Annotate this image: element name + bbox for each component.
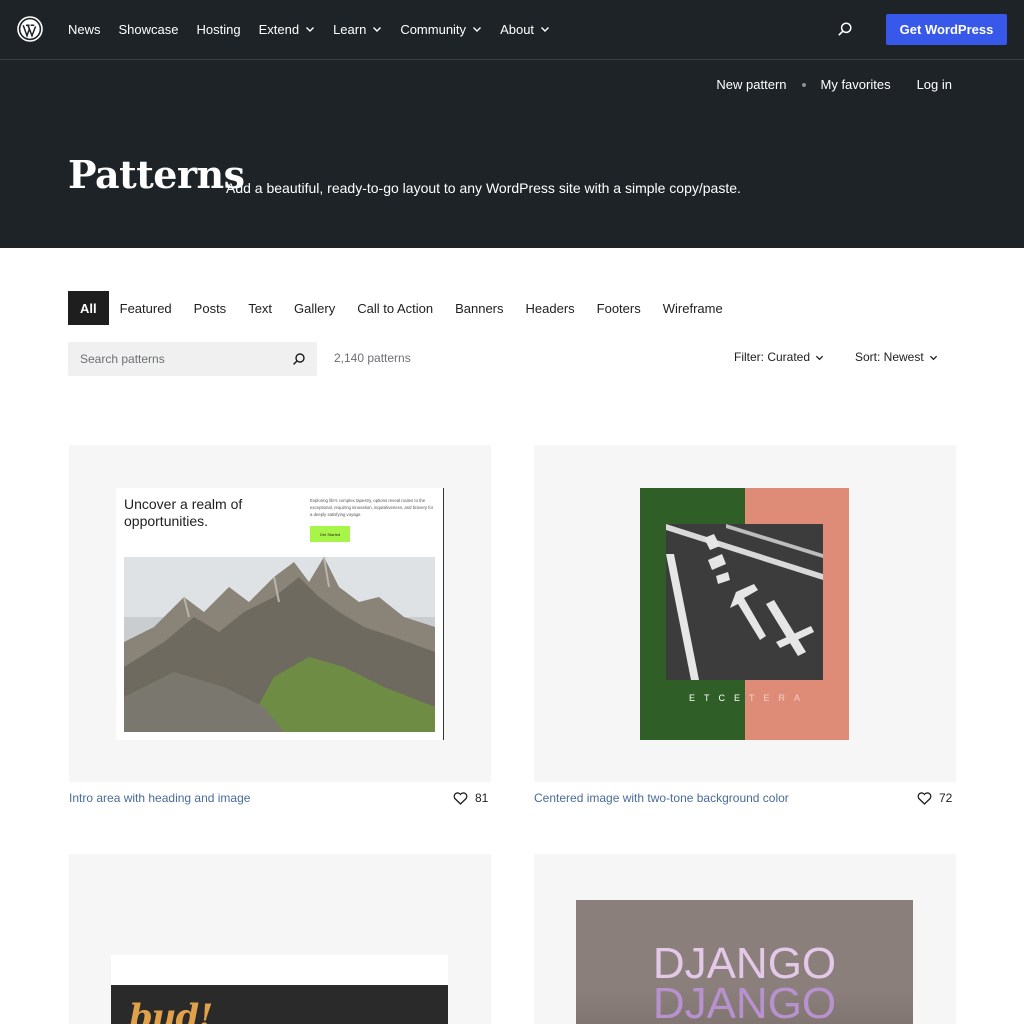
favorite-button[interactable]: 81: [453, 791, 488, 805]
category-tab-featured[interactable]: Featured: [109, 291, 183, 325]
category-tab-banners[interactable]: Banners: [444, 291, 514, 325]
chevron-down-icon: [815, 355, 824, 360]
pattern-preview-image: DJANGO DJANGO: [576, 900, 913, 1024]
main-nav: News Showcase Hosting Extend Learn Commu…: [68, 0, 568, 58]
wordpress-logo-icon[interactable]: [17, 16, 43, 42]
heart-icon: [917, 791, 932, 805]
caption-right: TERA: [749, 693, 810, 703]
get-wordpress-button[interactable]: Get WordPress: [886, 14, 1007, 45]
like-count: 72: [939, 791, 953, 805]
nav-label: About: [500, 21, 535, 37]
nav-label: Extend: [258, 21, 300, 37]
category-tab-posts[interactable]: Posts: [183, 291, 238, 325]
caption-left: ETCE: [688, 693, 749, 703]
preview-heading: Uncover a realm of opportunities.: [124, 496, 243, 529]
category-tab-text[interactable]: Text: [237, 291, 283, 325]
like-count: 81: [475, 791, 489, 805]
pattern-card-preview[interactable]: ETCETERA: [534, 445, 956, 782]
category-tabs: All Featured Posts Text Gallery Call to …: [68, 291, 734, 325]
category-tab-gallery[interactable]: Gallery: [283, 291, 346, 325]
sort-label: Sort: Newest: [855, 350, 924, 364]
log-in-link[interactable]: Log in: [917, 77, 952, 92]
page-description: Add a beautiful, ready-to-go layout to a…: [226, 180, 741, 196]
pattern-preview-image: ETCETERA: [640, 488, 849, 740]
nav-item-community[interactable]: Community: [400, 22, 482, 37]
mountain-photo: [124, 557, 435, 732]
global-header: News Showcase Hosting Extend Learn Commu…: [0, 0, 1024, 60]
category-tab-headers[interactable]: Headers: [515, 291, 586, 325]
nav-label: Community: [400, 21, 467, 37]
nav-item-hosting[interactable]: Hosting: [197, 22, 241, 37]
nav-item-learn[interactable]: Learn: [333, 22, 382, 37]
nav-item-showcase[interactable]: Showcase: [119, 22, 179, 37]
pattern-preview-image: Uncover a realm of opportunities. Explor…: [116, 488, 444, 740]
pattern-title-link[interactable]: Centered image with two-tone background …: [534, 791, 789, 805]
filter-dropdown[interactable]: Filter: Curated: [734, 350, 824, 364]
nav-item-about[interactable]: About: [500, 22, 550, 37]
category-tab-all[interactable]: All: [68, 291, 109, 325]
pattern-count: 2,140 patterns: [334, 351, 411, 365]
separator-dot: [801, 82, 806, 87]
nav-label: Learn: [333, 21, 367, 37]
sort-dropdown[interactable]: Sort: Newest: [855, 350, 938, 364]
pattern-title-link[interactable]: Intro area with heading and image: [69, 791, 250, 805]
nav-label: Showcase: [118, 21, 179, 37]
chevron-down-icon: [473, 27, 482, 32]
chevron-down-icon: [373, 27, 382, 32]
pattern-preview-image: bud!: [111, 955, 448, 1024]
nav-label: Hosting: [196, 21, 241, 37]
preview-body-text: Exploring life's complex tapestry, optio…: [310, 498, 434, 517]
category-tab-call-to-action[interactable]: Call to Action: [346, 291, 444, 325]
category-tab-footers[interactable]: Footers: [586, 291, 652, 325]
nav-item-news[interactable]: News: [68, 22, 101, 37]
category-tab-wireframe[interactable]: Wireframe: [652, 291, 734, 325]
chevron-down-icon: [541, 27, 550, 32]
search-icon[interactable]: [837, 21, 853, 37]
preview-caption: ETCETERA: [640, 693, 849, 703]
new-pattern-link[interactable]: New pattern: [716, 77, 786, 92]
patterns-subnav: New pattern My favorites Log in: [716, 77, 952, 92]
page-title: Patterns: [68, 152, 245, 197]
road-photo: [666, 524, 823, 680]
nav-item-extend[interactable]: Extend: [259, 22, 315, 37]
pattern-card-preview[interactable]: bud!: [69, 854, 491, 1024]
preview-button: Get Started: [310, 526, 350, 542]
preview-heading: bud!: [129, 997, 213, 1024]
pattern-card-preview[interactable]: DJANGO DJANGO: [534, 854, 956, 1024]
patterns-hero: New pattern My favorites Log in Patterns…: [0, 60, 1024, 248]
search-input[interactable]: [68, 342, 288, 376]
preview-heading: DJANGO: [652, 939, 837, 988]
filter-label: Filter: Curated: [734, 350, 811, 364]
nav-label: News: [68, 21, 101, 37]
favorite-button[interactable]: 72: [917, 791, 952, 805]
search-icon[interactable]: [292, 352, 306, 366]
pattern-card-preview[interactable]: Uncover a realm of opportunities. Explor…: [69, 445, 491, 782]
chevron-down-icon: [306, 27, 315, 32]
search-patterns: [68, 342, 317, 376]
heart-icon: [453, 791, 468, 805]
preview-heading-echo: DJANGO: [652, 979, 837, 1024]
chevron-down-icon: [929, 355, 937, 360]
my-favorites-link[interactable]: My favorites: [821, 77, 891, 92]
preview-white-band: [111, 955, 448, 985]
